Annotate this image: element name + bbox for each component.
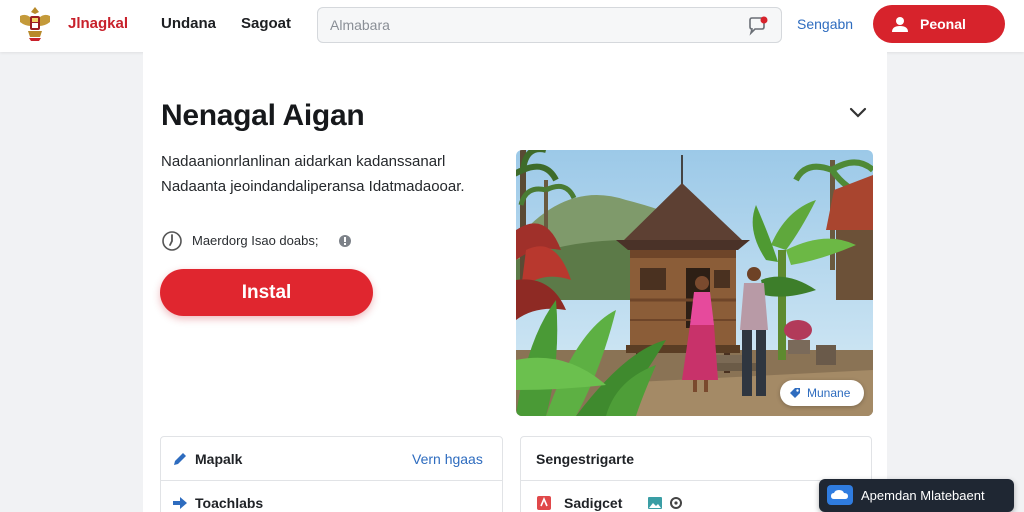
brand-name[interactable]: Jlnagkal <box>68 15 128 32</box>
left-panel: Mapalk Vern hgaas Toachlabs <box>160 436 503 512</box>
arrow-right-icon <box>172 495 188 511</box>
header-link-sengabn[interactable]: Sengabn <box>797 16 853 32</box>
profile-button-label: Peonal <box>920 16 966 32</box>
info-icon[interactable] <box>338 234 352 248</box>
notification-toast[interactable]: Apemdan Mlatebaent <box>819 479 1014 512</box>
photo-badge-label: Munane <box>807 386 851 400</box>
list-item-label: Toachlabs <box>195 495 264 511</box>
list-item[interactable]: Toachlabs <box>161 481 502 512</box>
install-button[interactable]: Instal <box>160 269 373 316</box>
list-item-link[interactable]: Vern hgaas <box>412 451 483 467</box>
search-input[interactable] <box>318 8 738 42</box>
pencil-icon <box>172 451 188 467</box>
main-card: Nenagal Aigan Nadaanionrlanlinan aidarka… <box>143 52 887 512</box>
cloud-icon <box>827 485 853 505</box>
clock-icon <box>161 230 183 252</box>
description-line-2: Nadaanta jeoindandaliperansa Idatmadaooa… <box>161 178 465 195</box>
nav-link-sagoat[interactable]: Sagoat <box>241 15 291 32</box>
list-item-label: Sadigcet <box>564 495 623 511</box>
garuda-logo-icon[interactable] <box>16 4 54 44</box>
profile-button[interactable]: Peonal <box>873 5 1005 43</box>
search-bar <box>317 7 782 43</box>
tag-icon <box>789 387 801 399</box>
meta-text: Maerdorg Isao doabs; <box>192 233 319 248</box>
toast-label: Apemdan Mlatebaent <box>861 488 985 503</box>
image-icon[interactable] <box>647 495 663 511</box>
chat-notification-icon[interactable] <box>747 16 769 36</box>
list-item[interactable]: Mapalk Vern hgaas <box>161 437 502 481</box>
hero-photo: Munane <box>516 150 873 416</box>
list-item[interactable]: Sengestrigarte <box>521 437 871 481</box>
photo-badge[interactable]: Munane <box>780 380 864 406</box>
nav-link-undana[interactable]: Undana <box>161 15 216 32</box>
settings-icon[interactable] <box>668 495 684 511</box>
chevron-down-icon[interactable] <box>847 102 869 122</box>
user-icon <box>891 15 909 33</box>
document-icon <box>536 495 552 511</box>
description-line-1: Nadaanionrlanlinan aidarkan kadanssanarl <box>161 153 446 170</box>
page-title: Nenagal Aigan <box>161 99 365 132</box>
list-item-label: Mapalk <box>195 451 243 467</box>
list-item-label: Sengestrigarte <box>536 451 635 467</box>
top-header: Jlnagkal Undana Sagoat Sengabn Peonal <box>0 0 1024 52</box>
